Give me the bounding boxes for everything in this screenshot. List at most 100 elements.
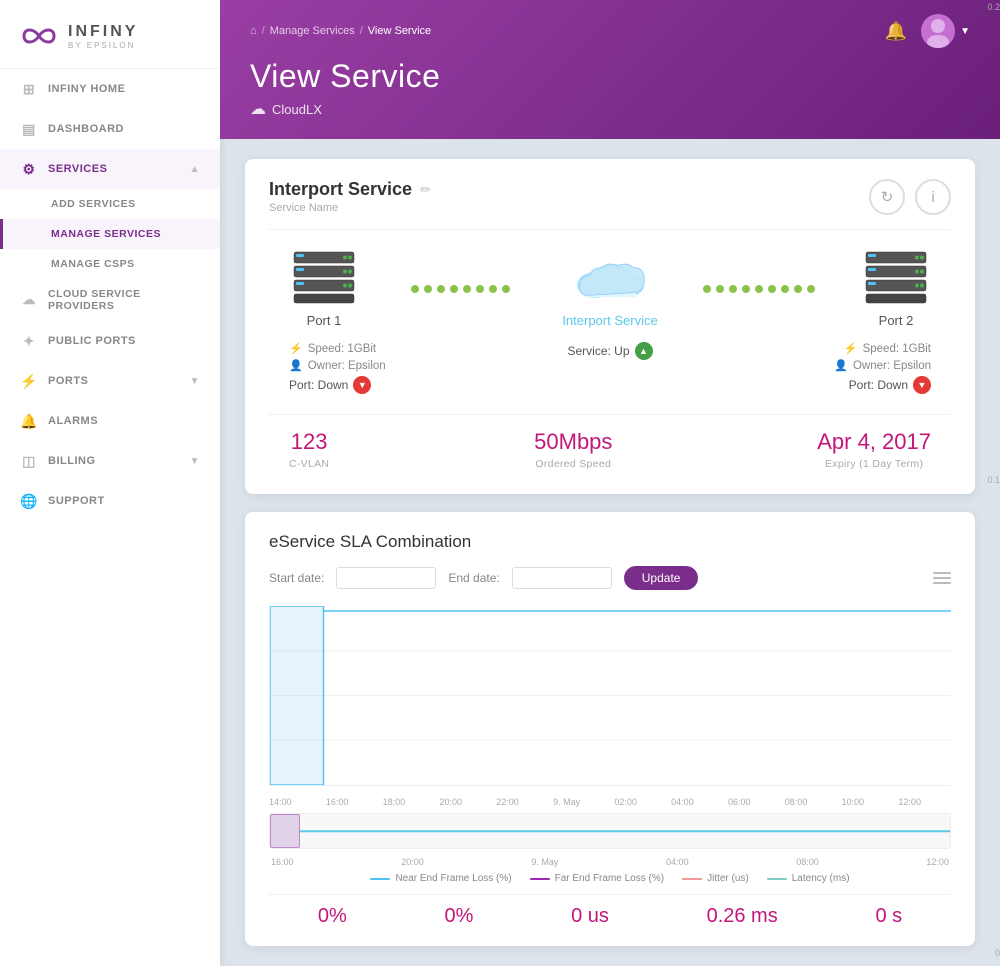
stat-3-value: 0.26 ms — [707, 905, 778, 928]
port2-owner-line: 👤 Owner: Epsilon — [834, 359, 931, 372]
port2-info: ⚡ Speed: 1GBit 👤 Owner: Epsilon Port: Do… — [811, 342, 931, 394]
center-service-label: Interport Service — [562, 313, 657, 328]
sidebar-item-cloud-providers[interactable]: ☁ CLOUD SERVICE PROVIDERS — [0, 279, 220, 321]
user-avatar-wrap[interactable]: ▼ — [921, 14, 970, 48]
legend-line-3 — [682, 878, 702, 880]
legend-label-1: Near End Frame Loss (%) — [395, 873, 511, 884]
nav-services-label: SERVICES — [48, 163, 107, 175]
logo-text: INFINY BY EPSILON — [68, 23, 138, 50]
sidebar-item-manage-csps[interactable]: MANAGE CSPS — [0, 249, 220, 279]
nav-home-label: INFINY HOME — [48, 83, 125, 95]
add-services-label: ADD SERVICES — [51, 198, 136, 210]
port2-speed: Speed: 1GBit — [863, 343, 931, 355]
range-handle-left[interactable] — [270, 814, 300, 848]
legend-far-end: Far End Frame Loss (%) — [530, 873, 664, 884]
legend-line-4 — [767, 878, 787, 880]
nav-menu: ⊞ INFINY HOME ▤ DASHBOARD ⚙ SERVICES ▲ A… — [0, 69, 220, 521]
sidebar-item-support[interactable]: 🌐 SUPPORT — [0, 481, 220, 521]
stat-0: 0% — [318, 905, 347, 928]
expiry-value: Apr 4, 2017 — [817, 429, 931, 455]
sidebar-item-manage-services[interactable]: MANAGE SERVICES — [0, 219, 220, 249]
page-title-section: View Service ☁ CloudLX — [250, 58, 970, 139]
cloud-providers-label: CLOUD SERVICE PROVIDERS — [48, 288, 200, 312]
topbar-nav: ⌂ / Manage Services / View Service 🔔 ▼ — [250, 14, 970, 48]
stat-0-value: 0% — [318, 905, 347, 928]
legend-line-2 — [530, 878, 550, 880]
manage-services-label: MANAGE SERVICES — [51, 228, 161, 240]
breadcrumb-manage-link[interactable]: Manage Services — [270, 25, 355, 37]
dots-line-left — [359, 285, 562, 293]
dashboard-icon: ▤ — [20, 120, 38, 138]
service-status-text: Service: Up — [567, 344, 629, 358]
chart-menu-button[interactable] — [933, 572, 951, 584]
sidebar-item-home[interactable]: ⊞ INFINY HOME — [0, 69, 220, 109]
stat-4-value: 0 s — [875, 905, 902, 928]
stat-3: 0.26 ms — [707, 905, 778, 928]
info-button[interactable]: i — [915, 179, 951, 215]
stat-1-value: 0% — [444, 905, 473, 928]
stat-speed: 50Mbps Ordered Speed — [534, 429, 612, 470]
chart-x-labels: 14:00 16:00 18:00 20:00 22:00 9. May 02:… — [269, 794, 951, 807]
manage-csps-label: MANAGE CSPS — [51, 258, 135, 270]
legend-jitter: Jitter (us) — [682, 873, 749, 884]
port1-label: Port 1 — [307, 313, 342, 328]
stat-2-value: 0 us — [571, 905, 609, 928]
service-name-row: Interport Service ✏ — [269, 179, 431, 200]
billing-chevron: ▼ — [190, 456, 200, 467]
topbar: ⌂ / Manage Services / View Service 🔔 ▼ — [220, 0, 1000, 139]
sidebar-item-billing[interactable]: ◫ BILLING ▼ — [0, 441, 220, 481]
brand-name: INFINY — [68, 23, 138, 41]
speed2-icon: ⚡ — [844, 342, 858, 355]
port1-status-text: Port: Down — [289, 378, 348, 392]
sidebar-item-public-ports[interactable]: ✦ PUBLIC PORTS — [0, 321, 220, 361]
ports-info-row: ⚡ Speed: 1GBit 👤 Owner: Epsilon Port: Do… — [269, 342, 951, 394]
cloud-image — [570, 250, 650, 305]
expiry-label: Expiry (1 Day Term) — [825, 458, 923, 470]
range-selector[interactable] — [269, 813, 951, 849]
breadcrumb-sep2: / — [360, 25, 363, 37]
subtitle-text: CloudLX — [272, 102, 322, 117]
card-actions: ↻ i — [869, 179, 951, 215]
legend-label-3: Jitter (us) — [707, 873, 749, 884]
breadcrumb-home-icon: ⌂ — [250, 25, 257, 37]
start-date-input[interactable] — [336, 567, 436, 589]
service-status-indicator: ▲ — [635, 342, 653, 360]
cvlan-value: 123 — [291, 429, 328, 455]
refresh-icon: ↻ — [881, 188, 894, 206]
range-x-labels: 16:00 20:00 9. May 04:00 08:00 12:00 — [269, 857, 951, 867]
home-icon: ⊞ — [20, 80, 38, 98]
sidebar-item-add-services[interactable]: ADD SERVICES — [0, 189, 220, 219]
legend-latency: Latency (ms) — [767, 873, 850, 884]
notification-icon[interactable]: 🔔 — [885, 21, 907, 42]
main-content: ⌂ / Manage Services / View Service 🔔 ▼ — [220, 0, 1000, 966]
public-ports-icon: ✦ — [20, 332, 38, 350]
sidebar-item-dashboard[interactable]: ▤ DASHBOARD — [0, 109, 220, 149]
port1-owner: Owner: Epsilon — [308, 360, 386, 372]
support-icon: 🌐 — [20, 492, 38, 510]
chart-card: eService SLA Combination Start date: End… — [245, 512, 975, 946]
hamburger-icon — [933, 582, 951, 584]
hamburger-icon — [933, 572, 951, 574]
topbar-actions: 🔔 ▼ — [885, 14, 970, 48]
stat-expiry: Apr 4, 2017 Expiry (1 Day Term) — [817, 429, 931, 470]
legend-label-4: Latency (ms) — [792, 873, 850, 884]
sidebar-item-ports[interactable]: ⚡ PORTS ▼ — [0, 361, 220, 401]
support-label: SUPPORT — [48, 495, 105, 507]
end-date-input[interactable] — [512, 567, 612, 589]
port1-speed-line: ⚡ Speed: 1GBit — [289, 342, 409, 355]
chart-title: eService SLA Combination — [269, 532, 951, 552]
sidebar-item-alarms[interactable]: 🔔 ALARMS — [0, 401, 220, 441]
legend-near-end: Near End Frame Loss (%) — [370, 873, 511, 884]
public-ports-label: PUBLIC PORTS — [48, 335, 136, 347]
port1-status-line: Port: Down ▼ — [289, 376, 409, 394]
refresh-button[interactable]: ↻ — [869, 179, 905, 215]
update-button[interactable]: Update — [624, 566, 699, 590]
server1-image — [289, 250, 359, 305]
nav-dashboard-label: DASHBOARD — [48, 123, 124, 135]
speed-icon: ⚡ — [289, 342, 303, 355]
chart-svg — [270, 606, 951, 785]
edit-service-icon[interactable]: ✏ — [420, 182, 431, 198]
sidebar-item-services[interactable]: ⚙ SERVICES ▲ — [0, 149, 220, 189]
ports-chevron: ▼ — [190, 376, 200, 387]
speed-label: Ordered Speed — [535, 458, 611, 470]
